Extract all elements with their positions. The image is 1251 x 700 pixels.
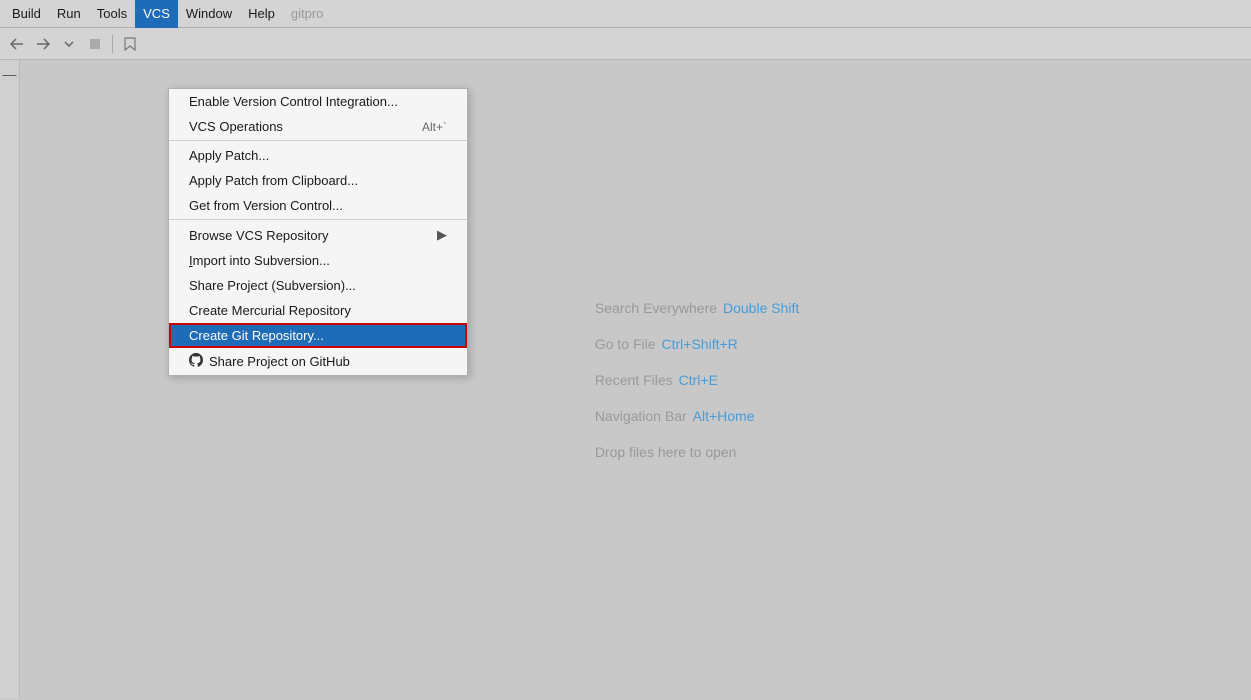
hint-recent-files-label: Recent Files [595, 372, 673, 388]
left-sidebar: — [0, 60, 20, 699]
menu-item-share-project-subversion-label: Share Project (Subversion)... [189, 278, 356, 293]
hint-search-everywhere-label: Search Everywhere [595, 300, 717, 316]
menu-item-apply-patch-label: Apply Patch... [189, 148, 269, 163]
menu-window[interactable]: Window [178, 0, 240, 28]
toolbar-stop-btn[interactable] [83, 32, 107, 56]
hint-navigation-bar-shortcut: Alt+Home [693, 408, 755, 424]
menu-item-get-from-vcs[interactable]: Get from Version Control... [169, 193, 467, 220]
chevron-down-icon [64, 41, 74, 47]
hint-line-navigation-bar: Navigation Bar Alt+Home [595, 408, 799, 424]
sidebar-minus-icon: — [2, 66, 18, 82]
menu-item-create-mercurial-label: Create Mercurial Repository [189, 303, 351, 318]
menu-item-create-mercurial[interactable]: Create Mercurial Repository [169, 298, 467, 323]
main-area: — Search Everywhere Double Shift Go to Fil… [0, 60, 1251, 699]
hint-recent-files-shortcut: Ctrl+E [679, 372, 718, 388]
menu-item-create-git-label: Create Git Repository... [189, 328, 324, 343]
vcs-dropdown-menu: Enable Version Control Integration... VC… [168, 88, 468, 376]
hint-line-go-to-file: Go to File Ctrl+Shift+R [595, 336, 799, 352]
hints-area: Search Everywhere Double Shift Go to File C… [595, 300, 799, 460]
toolbar [0, 28, 1251, 60]
menu-tools[interactable]: Tools [89, 0, 135, 28]
hint-drop-files-label: Drop files here to open [595, 444, 737, 460]
stop-icon [89, 38, 101, 50]
menu-item-share-github[interactable]: Share Project on GitHub [169, 348, 467, 375]
hint-go-to-file-label: Go to File [595, 336, 656, 352]
hint-line-recent-files: Recent Files Ctrl+E [595, 372, 799, 388]
menu-gitpro[interactable]: gitpro [283, 0, 332, 28]
menu-item-get-from-vcs-label: Get from Version Control... [189, 198, 343, 213]
menu-item-apply-patch-clipboard-label: Apply Patch from Clipboard... [189, 173, 358, 188]
menu-item-enable-vcs[interactable]: Enable Version Control Integration... [169, 89, 467, 114]
menu-item-browse-vcs-label: Browse VCS Repository [189, 228, 328, 243]
hint-line-search-everywhere: Search Everywhere Double Shift [595, 300, 799, 316]
menu-bar: Build Run Tools VCS Window Help gitpro [0, 0, 1251, 28]
share-github-label: Share Project on GitHub [209, 354, 350, 369]
menu-item-create-git[interactable]: Create Git Repository... [169, 323, 467, 348]
hint-navigation-bar-label: Navigation Bar [595, 408, 687, 424]
back-icon [10, 37, 24, 51]
hint-search-everywhere-shortcut: Double Shift [723, 300, 799, 316]
menu-vcs[interactable]: VCS [135, 0, 178, 28]
menu-item-apply-patch[interactable]: Apply Patch... [169, 143, 467, 168]
menu-item-browse-vcs[interactable]: Browse VCS Repository ▶ [169, 222, 467, 248]
menu-item-vcs-operations[interactable]: VCS Operations Alt+` [169, 114, 467, 141]
forward-icon [36, 37, 50, 51]
menu-item-import-subversion[interactable]: Import into Subversion... [169, 248, 467, 273]
menu-item-vcs-operations-shortcut: Alt+` [422, 120, 447, 134]
menu-build[interactable]: Build [4, 0, 49, 28]
toolbar-back-btn[interactable] [5, 32, 29, 56]
editor-area: Search Everywhere Double Shift Go to File C… [20, 60, 1251, 699]
bookmark-icon [124, 37, 136, 51]
toolbar-dropdown-btn[interactable] [57, 32, 81, 56]
hint-go-to-file-shortcut: Ctrl+Shift+R [662, 336, 738, 352]
import-rest: mport into Subversion... [193, 253, 330, 268]
toolbar-separator [112, 35, 113, 53]
menu-item-share-github-content: Share Project on GitHub [189, 353, 350, 370]
menu-item-enable-vcs-label: Enable Version Control Integration... [189, 94, 398, 109]
toolbar-bookmark-btn[interactable] [118, 32, 142, 56]
menu-help[interactable]: Help [240, 0, 283, 28]
menu-item-vcs-operations-label: VCS Operations [189, 119, 283, 134]
menu-item-share-project-subversion[interactable]: Share Project (Subversion)... [169, 273, 467, 298]
menu-item-apply-patch-clipboard[interactable]: Apply Patch from Clipboard... [169, 168, 467, 193]
toolbar-forward-btn[interactable] [31, 32, 55, 56]
github-icon [189, 353, 203, 370]
hint-line-drop-files: Drop files here to open [595, 444, 799, 460]
menu-run[interactable]: Run [49, 0, 89, 28]
browse-vcs-arrow-icon: ▶ [437, 227, 447, 243]
menu-item-import-subversion-label: Import into Subversion... [189, 253, 330, 268]
